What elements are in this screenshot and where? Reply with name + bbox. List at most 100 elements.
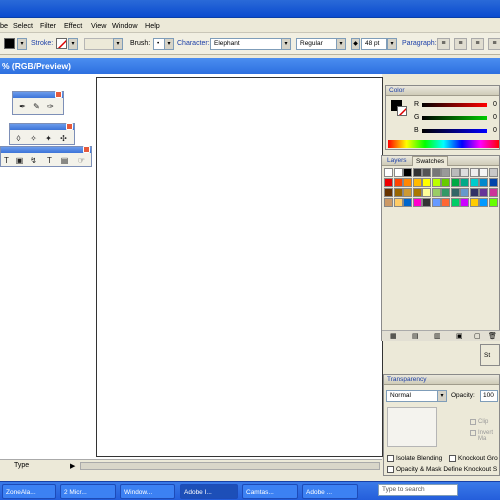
color-panel-header[interactable]: Color [386, 86, 499, 96]
task-adobe[interactable]: Adobe ... [302, 484, 358, 499]
swatch-chip[interactable] [488, 178, 498, 187]
invert-mask-checkbox[interactable] [470, 430, 476, 436]
swatch-chip[interactable] [450, 168, 460, 177]
opacity-field[interactable]: 100 [480, 390, 498, 402]
align-right-button[interactable]: ≡ [471, 38, 484, 50]
stroke-none-swatch[interactable] [56, 38, 67, 49]
fill-dropdown[interactable]: ▾ [17, 38, 27, 50]
swatch-chip[interactable] [488, 168, 498, 177]
swatch-chip[interactable] [469, 168, 479, 177]
justify-button[interactable]: ≡ [488, 38, 500, 50]
artboard[interactable] [96, 77, 383, 457]
drop-icon[interactable]: ◊ [13, 133, 24, 144]
close-icon[interactable] [66, 123, 73, 130]
swatch-chip[interactable] [393, 198, 403, 207]
green-slider[interactable] [422, 116, 487, 120]
area-type-icon[interactable]: ▣ [14, 155, 25, 166]
swatch-chip[interactable] [469, 178, 479, 187]
swatch-chip[interactable] [422, 168, 431, 177]
swatch-chip[interactable] [479, 168, 488, 177]
align-center-button[interactable]: ≡ [454, 38, 467, 50]
fill-swatch[interactable] [4, 38, 15, 49]
swatch-chip[interactable] [431, 178, 441, 187]
close-icon[interactable] [55, 91, 62, 98]
tab-layers[interactable]: Layers [384, 156, 410, 166]
swatch-chip[interactable] [441, 188, 450, 197]
palette-header[interactable] [13, 91, 63, 98]
swatch-chip[interactable] [384, 168, 393, 177]
red-slider[interactable] [422, 103, 487, 107]
menu-filter[interactable]: Filter [40, 21, 56, 30]
blend-mode-select[interactable]: Normal [386, 390, 438, 402]
swatch-chip[interactable] [412, 178, 422, 187]
task-microsoft[interactable]: 2 Micr... [60, 484, 116, 499]
menu-help[interactable]: Help [145, 21, 160, 30]
vertical-area-type-icon[interactable]: ▤ [59, 155, 70, 166]
menu-select[interactable]: Select [13, 21, 33, 30]
font-size-dropdown[interactable]: ▾ [387, 38, 397, 50]
swatch-chip[interactable] [488, 188, 498, 197]
menu-effect[interactable]: Effect [64, 21, 82, 30]
swatch-chip[interactable] [412, 168, 422, 177]
swatch-chip[interactable] [488, 198, 498, 207]
palette-header[interactable] [1, 146, 91, 153]
menu-type[interactable]: be [0, 21, 8, 30]
close-icon[interactable] [83, 146, 90, 153]
swatch-options-icon[interactable]: ▥ [434, 332, 441, 340]
swatch-chip[interactable] [403, 188, 412, 197]
isolate-checkbox[interactable] [387, 455, 394, 462]
swatch-grid[interactable] [384, 168, 500, 208]
status-arrow-icon[interactable]: ▶ [70, 462, 75, 470]
task-camtasia[interactable]: Camtas... [242, 484, 298, 499]
stroke-dropdown[interactable]: ▾ [68, 38, 78, 50]
font-size-stepper[interactable]: ◆ [351, 38, 360, 50]
swatch-chip[interactable] [479, 178, 488, 187]
swatch-chip[interactable] [412, 198, 422, 207]
stroke-weight-dropdown[interactable]: ▾ [113, 38, 123, 50]
channel-b-value[interactable]: 0 [493, 127, 497, 134]
swatch-chip[interactable] [450, 178, 460, 187]
swatch-chip[interactable] [479, 188, 488, 197]
swatch-chip[interactable] [403, 168, 412, 177]
channel-g-value[interactable]: 0 [493, 114, 497, 121]
swatch-chip[interactable] [422, 198, 431, 207]
swatch-chip[interactable] [403, 198, 412, 207]
align-left-button[interactable]: ≡ [437, 38, 450, 50]
font-family-dropdown[interactable]: ▾ [281, 38, 291, 50]
swatch-chip[interactable] [450, 188, 460, 197]
new-color-group-icon[interactable]: ▣ [456, 332, 463, 340]
trash-icon[interactable]: 🗑 [488, 332, 497, 340]
add-anchor-icon[interactable]: ✎ [31, 101, 42, 112]
swatch-chip[interactable] [441, 168, 450, 177]
font-style-dropdown[interactable]: ▾ [336, 38, 346, 50]
clip-checkbox[interactable] [470, 419, 476, 425]
swatch-libraries-icon[interactable]: ▦ [390, 332, 397, 340]
gradient-icon[interactable]: ✦ [43, 133, 54, 144]
palette-header[interactable] [10, 123, 74, 130]
status-label[interactable]: Type [14, 462, 29, 469]
new-swatch-icon[interactable]: ▢ [474, 332, 481, 340]
mask-thumbnail[interactable] [387, 407, 437, 447]
show-kinds-icon[interactable]: ▤ [412, 332, 419, 340]
delete-anchor-icon[interactable]: ✑ [45, 101, 56, 112]
blue-slider[interactable] [422, 129, 487, 133]
swatch-chip[interactable] [393, 168, 403, 177]
swatch-chip[interactable] [450, 198, 460, 207]
stroke-panel-stub[interactable]: St [480, 344, 500, 366]
swatch-chip[interactable] [460, 198, 469, 207]
brush-dropdown[interactable]: ▾ [164, 38, 174, 50]
horizontal-scrollbar[interactable] [80, 462, 380, 470]
path-type-icon[interactable]: ↯ [28, 155, 39, 166]
blend-icon[interactable]: ✧ [28, 133, 39, 144]
task-window[interactable]: Window... [120, 484, 175, 499]
swatch-chip[interactable] [384, 188, 393, 197]
font-size-field[interactable]: 48 pt [361, 38, 387, 50]
swatch-chip[interactable] [431, 188, 441, 197]
mesh-icon[interactable]: ✣ [58, 133, 69, 144]
taskbar-search-input[interactable]: Type to search [378, 484, 458, 496]
vertical-type-icon[interactable]: T [44, 155, 55, 166]
swatch-chip[interactable] [422, 188, 431, 197]
channel-r-value[interactable]: 0 [493, 101, 497, 108]
swatch-chip[interactable] [384, 178, 393, 187]
swatch-chip[interactable] [384, 198, 393, 207]
